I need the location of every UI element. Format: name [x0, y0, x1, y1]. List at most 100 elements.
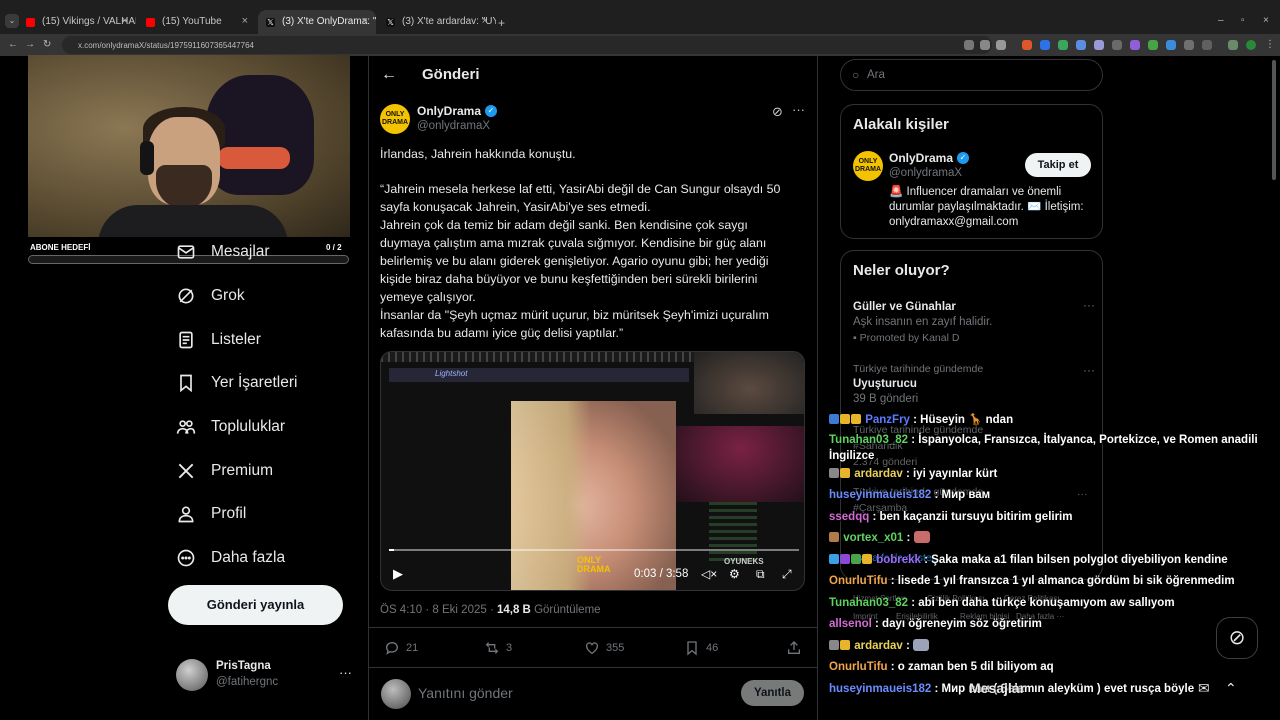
chat-username[interactable]: huseyinmaueis182: [829, 489, 931, 501]
sidebar-item-profile[interactable]: Profil: [176, 501, 246, 527]
chat-username[interactable]: huseyinmaueis182: [829, 683, 931, 695]
follow-button[interactable]: Takip et: [1025, 153, 1091, 177]
search-input[interactable]: ○ Ara: [840, 59, 1103, 91]
browser-tab-active[interactable]: 𝕏 (3) X'te OnlyDrama: "İrlandas, J ×: [258, 10, 376, 34]
extension-icon[interactable]: [1058, 40, 1068, 50]
person-avatar[interactable]: ONLY DRAMA: [853, 151, 883, 181]
pip-icon[interactable]: ⧉: [756, 567, 765, 582]
chat-username[interactable]: OnurluTifu: [829, 661, 888, 673]
star-icon[interactable]: [996, 40, 1006, 50]
zoom-icon[interactable]: [980, 40, 990, 50]
post-button[interactable]: Gönderi yayınla: [168, 585, 343, 625]
reply-submit-button[interactable]: Yanıtla: [741, 680, 804, 706]
close-icon[interactable]: ×: [482, 15, 488, 27]
extension-icon[interactable]: [1094, 40, 1104, 50]
video-time: 0:03 / 3:58: [634, 568, 689, 580]
minimize-icon[interactable]: –: [1218, 15, 1224, 26]
close-icon[interactable]: ×: [122, 15, 128, 27]
chat-username[interactable]: PanzFry: [865, 414, 910, 426]
trend-item[interactable]: Güller ve Günahlar Aşk insanın en zayıf …: [853, 298, 1095, 344]
url-field[interactable]: x.com/onlydramaX/status/1975911607365447…: [62, 36, 992, 54]
chat-username[interactable]: ardardav: [854, 640, 903, 652]
extension-icon[interactable]: [1148, 40, 1158, 50]
chat-username[interactable]: vortex_x01: [843, 532, 903, 544]
menu-icon[interactable]: ⋮: [1265, 39, 1275, 50]
compose-message-icon[interactable]: ✉: [1198, 680, 1210, 697]
close-icon[interactable]: ×: [242, 15, 248, 27]
mute-icon[interactable]: ◁×: [701, 567, 717, 581]
chat-username[interactable]: allsenol: [829, 618, 872, 630]
extension-icon[interactable]: [1076, 40, 1086, 50]
sidebar-item-more[interactable]: Daha fazla: [176, 545, 285, 571]
trend-item[interactable]: Türkiye tarihinde gündemde Uyuşturucu 39…: [853, 363, 1095, 405]
browser-tab[interactable]: (15) Vikings / VALHALLA calling ×: [18, 10, 136, 34]
browser-tab[interactable]: (15) YouTube ×: [138, 10, 256, 34]
new-tab-button[interactable]: +: [498, 16, 505, 30]
bookmark-button[interactable]: 46: [684, 640, 718, 656]
badge-icon: [840, 639, 850, 650]
scrollbar[interactable]: [1272, 60, 1276, 180]
headset-icon: [140, 141, 154, 175]
fullscreen-icon[interactable]: ⤢: [782, 567, 792, 582]
chat-username[interactable]: ardardav: [854, 468, 903, 480]
post-timestamp[interactable]: ÖS 4:10 · 8 Eki 2025 ·: [380, 604, 497, 616]
webcam-overlay: [28, 55, 350, 237]
repost-button[interactable]: 3: [484, 640, 512, 656]
trend-meta: Aşk insanın en zayıf halidir.: [853, 316, 993, 328]
grok-fab-button[interactable]: ⊘: [1216, 617, 1258, 659]
back-icon[interactable]: ←: [8, 39, 18, 50]
author-handle[interactable]: @onlydramaX: [417, 120, 490, 132]
extension-icon[interactable]: [1184, 40, 1194, 50]
more-icon[interactable]: ···: [792, 102, 805, 117]
person-handle[interactable]: @onlydramaX: [889, 167, 962, 179]
chat-username[interactable]: ssedqq: [829, 511, 869, 523]
account-switcher[interactable]: PrisTagna @fatihergnc ···: [176, 657, 356, 697]
chat-username[interactable]: Tunahan03_82: [829, 597, 908, 609]
video-progress-track[interactable]: [389, 549, 799, 551]
watermark-bottom: DRAMA: [577, 564, 611, 574]
like-button[interactable]: 355: [584, 640, 624, 656]
install-icon[interactable]: [964, 40, 974, 50]
close-icon[interactable]: ×: [362, 15, 368, 27]
profile-avatar[interactable]: [1246, 40, 1256, 50]
extension-icon[interactable]: [1040, 40, 1050, 50]
settings-icon[interactable]: ⚙: [729, 567, 740, 581]
x-logo-icon: [178, 463, 194, 479]
sidebar-item-messages[interactable]: Mesajlar: [176, 239, 270, 265]
sidebar-item-premium[interactable]: Premium: [176, 458, 273, 484]
extension-icon[interactable]: [1112, 40, 1122, 50]
browser-tab[interactable]: 𝕏 (3) X'te ardardav: "UYUMAYIN d ×: [378, 10, 496, 34]
messages-dock-label[interactable]: Mesajlar: [969, 680, 1025, 696]
tab-search-icon[interactable]: ⌄: [5, 14, 19, 28]
play-icon[interactable]: ▶: [393, 566, 403, 582]
maximize-icon[interactable]: ▫: [1241, 15, 1245, 26]
chat-username[interactable]: Tunahan03_82: [829, 434, 908, 446]
person-name[interactable]: OnlyDrama ✓: [889, 151, 970, 165]
expand-icon[interactable]: ⌃: [1225, 680, 1237, 697]
reload-icon[interactable]: ↻: [43, 39, 51, 50]
back-arrow-icon[interactable]: ←: [381, 66, 397, 84]
share-button[interactable]: [786, 640, 808, 656]
extensions-icon[interactable]: [1202, 40, 1212, 50]
author-name[interactable]: OnlyDrama ✓: [417, 104, 498, 118]
window-close-icon[interactable]: ×: [1263, 15, 1269, 26]
extension-icon[interactable]: [1130, 40, 1140, 50]
sidebar-item-grok[interactable]: Grok: [176, 283, 245, 309]
extension-icon[interactable]: [1022, 40, 1032, 50]
more-icon[interactable]: ···: [1083, 298, 1095, 312]
reply-button[interactable]: 21: [384, 640, 418, 656]
sidebar-item-bookmarks[interactable]: Yer İşaretleri: [176, 370, 297, 396]
author-avatar[interactable]: ONLY DRAMA: [380, 104, 410, 134]
more-icon[interactable]: ···: [339, 665, 352, 680]
chat-username[interactable]: OnurluTifu: [829, 575, 888, 587]
reply-input[interactable]: Yanıtını gönder: [418, 685, 513, 701]
chat-username[interactable]: bobrekk: [876, 554, 921, 566]
video-player[interactable]: Lightshot ONLY DRAMA OYUNEKS ▶ 0:03 / 3:5…: [380, 351, 805, 591]
sidebar-item-lists[interactable]: Listeler: [176, 327, 261, 353]
more-icon[interactable]: ···: [1083, 363, 1095, 377]
sidebar-item-communities[interactable]: Topluluklar: [176, 414, 285, 440]
extension-icon[interactable]: [1228, 40, 1238, 50]
forward-icon[interactable]: →: [25, 39, 35, 50]
extension-icon[interactable]: [1166, 40, 1176, 50]
grok-icon[interactable]: ⊘: [772, 104, 783, 120]
